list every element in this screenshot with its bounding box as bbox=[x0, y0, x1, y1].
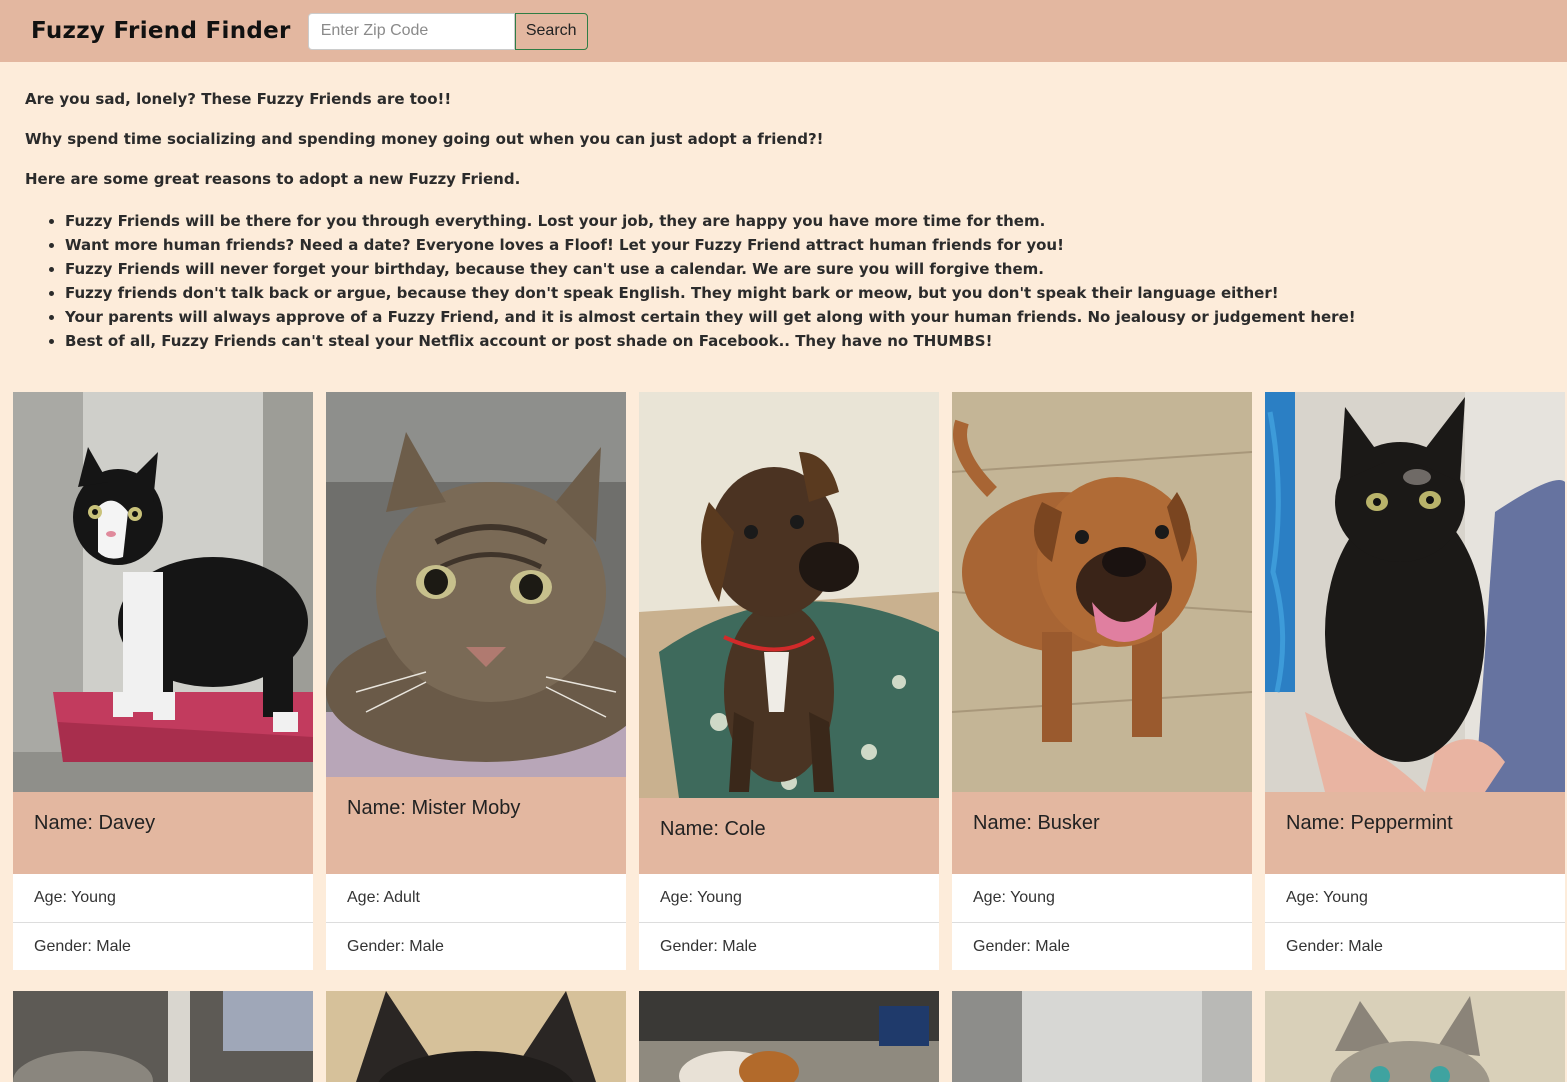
tuxedo-cat-photo bbox=[13, 392, 313, 792]
pet-card[interactable]: Name: Cole Age: Young Gender: Male bbox=[639, 392, 939, 970]
pet-gender: Gender: Male bbox=[1265, 922, 1565, 970]
search-button[interactable]: Search bbox=[514, 12, 588, 50]
pet-name: Name: Busker bbox=[952, 792, 1252, 874]
tabby-cat-photo bbox=[326, 392, 626, 777]
pet-name: Name: Mister Moby bbox=[326, 777, 626, 874]
intro-line-3: Here are some great reasons to adopt a n… bbox=[25, 170, 521, 188]
pet-age: Age: Young bbox=[1286, 889, 1368, 906]
pet-gender: Gender: Male bbox=[13, 922, 313, 970]
pet-age: Age: Young bbox=[660, 889, 742, 906]
pet-cards-row: Name: Davey Age: Young Gender: Male Name… bbox=[13, 392, 1565, 970]
pet-gender: Gender: Male bbox=[326, 922, 626, 970]
reason-item: Fuzzy friends don't talk back or argue, … bbox=[65, 281, 1542, 305]
pet-card-photo[interactable] bbox=[13, 991, 313, 1082]
smiling-dog-photo bbox=[952, 392, 1252, 792]
pet-name: Name: Davey bbox=[13, 792, 313, 874]
intro-section: Are you sad, lonely? These Fuzzy Friends… bbox=[0, 62, 1567, 353]
reason-item: Fuzzy Friends will be there for you thro… bbox=[65, 209, 1542, 233]
intro-line-1: Are you sad, lonely? These Fuzzy Friends… bbox=[25, 90, 452, 108]
pet-card-photo[interactable] bbox=[326, 991, 626, 1082]
reason-item: Your parents will always approve of a Fu… bbox=[65, 305, 1542, 329]
reason-item: Want more human friends? Need a date? Ev… bbox=[65, 233, 1542, 257]
pet-gender: Gender: Male bbox=[639, 922, 939, 970]
pet-age: Age: Young bbox=[34, 889, 116, 906]
brown-dog-photo bbox=[639, 392, 939, 798]
pet-cards-row-2 bbox=[13, 991, 1565, 1082]
pet-name: Name: Peppermint bbox=[1265, 792, 1565, 874]
black-cat-photo bbox=[1265, 392, 1565, 792]
brand-title[interactable]: Fuzzy Friend Finder bbox=[31, 18, 291, 44]
navbar: Fuzzy Friend Finder Search bbox=[0, 0, 1567, 62]
reason-item: Fuzzy Friends will never forget your bir… bbox=[65, 257, 1542, 281]
pet-card[interactable]: Name: Mister Moby Age: Adult Gender: Mal… bbox=[326, 392, 626, 970]
pet-gender: Gender: Male bbox=[952, 922, 1252, 970]
pet-card-photo[interactable] bbox=[639, 991, 939, 1082]
reasons-list: Fuzzy Friends will be there for you thro… bbox=[25, 209, 1542, 353]
pet-card[interactable]: Name: Busker Age: Young Gender: Male bbox=[952, 392, 1252, 970]
intro-line-2: Why spend time socializing and spending … bbox=[25, 130, 824, 148]
pet-card-photo[interactable] bbox=[952, 991, 1252, 1082]
pet-age: Age: Young bbox=[973, 889, 1055, 906]
reason-item: Best of all, Fuzzy Friends can't steal y… bbox=[65, 329, 1542, 353]
zip-code-input[interactable] bbox=[307, 12, 515, 50]
pet-name: Name: Cole bbox=[639, 798, 939, 874]
pet-age: Age: Adult bbox=[347, 889, 420, 906]
pet-card[interactable]: Name: Davey Age: Young Gender: Male bbox=[13, 392, 313, 970]
pet-card-photo[interactable] bbox=[1265, 991, 1565, 1082]
pet-card[interactable]: Name: Peppermint Age: Young Gender: Male bbox=[1265, 392, 1565, 970]
